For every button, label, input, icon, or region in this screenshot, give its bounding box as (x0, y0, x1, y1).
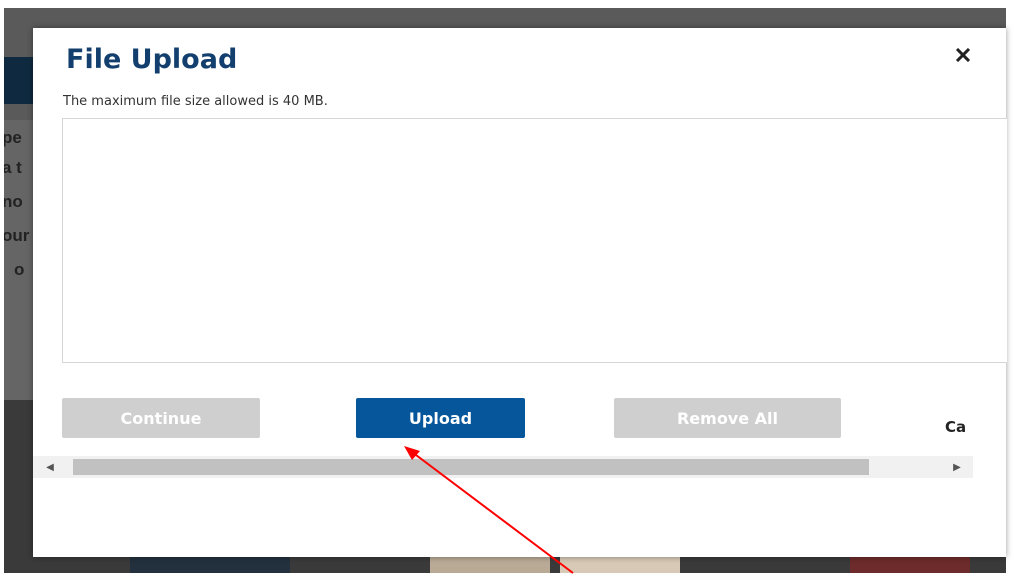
horizontal-scrollbar[interactable]: ◀ ▶ (33, 456, 973, 478)
background-text-fragment: our (2, 226, 30, 245)
scrollbar-thumb[interactable] (73, 459, 869, 475)
close-button[interactable] (950, 42, 976, 68)
cancel-link[interactable]: Ca (945, 418, 966, 436)
remove-all-button[interactable]: Remove All (614, 398, 841, 438)
background-text-fragment: a t (2, 158, 22, 177)
background-text-fragment: no (2, 192, 23, 211)
continue-button[interactable]: Continue (62, 398, 260, 438)
scroll-left-arrow-icon: ◀ (46, 461, 54, 473)
close-icon (955, 48, 971, 62)
background-text-fragment: o (14, 260, 25, 279)
max-file-size-note: The maximum file size allowed is 40 MB. (63, 94, 328, 109)
screenshot-frame (0, 573, 1014, 577)
scroll-right-button[interactable]: ▶ (946, 456, 968, 478)
screenshot-frame (0, 0, 1014, 8)
scroll-left-button[interactable]: ◀ (39, 456, 61, 478)
screenshot-frame (1006, 0, 1014, 577)
background-text-fragment: pe (2, 128, 22, 147)
screenshot-frame (0, 0, 4, 577)
dialog-title: File Upload (66, 44, 238, 75)
scroll-right-arrow-icon: ▶ (953, 461, 961, 473)
upload-button[interactable]: Upload (356, 398, 525, 438)
file-upload-dialog: File Upload The maximum file size allowe… (33, 28, 1007, 557)
file-drop-zone[interactable] (62, 118, 1007, 363)
